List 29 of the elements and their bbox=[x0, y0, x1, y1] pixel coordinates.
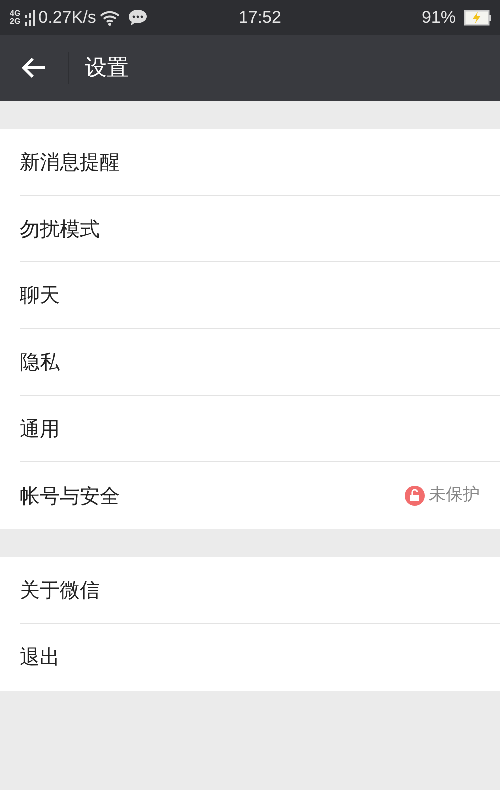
item-label: 通用 bbox=[20, 416, 60, 443]
network-speed: 0.27K/s bbox=[38, 6, 96, 29]
settings-item[interactable]: 通用 bbox=[20, 396, 500, 462]
battery-charging-icon bbox=[464, 10, 492, 26]
clock: 17:52 bbox=[238, 6, 282, 29]
item-label: 退出 bbox=[20, 644, 60, 672]
item-label: 关于微信 bbox=[20, 576, 100, 604]
unlocked-padlock-icon bbox=[405, 486, 425, 506]
battery-percent: 91% bbox=[422, 6, 456, 29]
back-arrow-icon bbox=[21, 57, 47, 79]
settings-item[interactable]: 勿扰模式 bbox=[20, 196, 500, 262]
network-label: 4G bbox=[10, 10, 21, 18]
network-label: 2G bbox=[10, 18, 21, 26]
signal-icon bbox=[24, 10, 35, 26]
settings-item[interactable]: 退出 bbox=[20, 624, 500, 690]
chat-bubble-icon bbox=[128, 8, 148, 26]
settings-item[interactable]: 隐私 bbox=[20, 329, 500, 396]
settings-item[interactable]: 新消息提醒 bbox=[20, 129, 500, 196]
page-title: 设置 bbox=[85, 54, 129, 82]
settings-item[interactable]: 聊天 bbox=[20, 262, 500, 330]
settings-item[interactable]: 帐号与安全 未保护 bbox=[20, 462, 500, 530]
settings-item[interactable]: 关于微信 bbox=[20, 557, 500, 624]
wifi-icon bbox=[100, 10, 120, 26]
item-label: 聊天 bbox=[20, 282, 60, 310]
item-label: 隐私 bbox=[20, 348, 60, 376]
item-label: 帐号与安全 bbox=[20, 482, 120, 510]
item-label: 新消息提醒 bbox=[20, 148, 120, 176]
item-label: 勿扰模式 bbox=[20, 216, 100, 243]
security-status: 未保护 bbox=[429, 484, 480, 508]
